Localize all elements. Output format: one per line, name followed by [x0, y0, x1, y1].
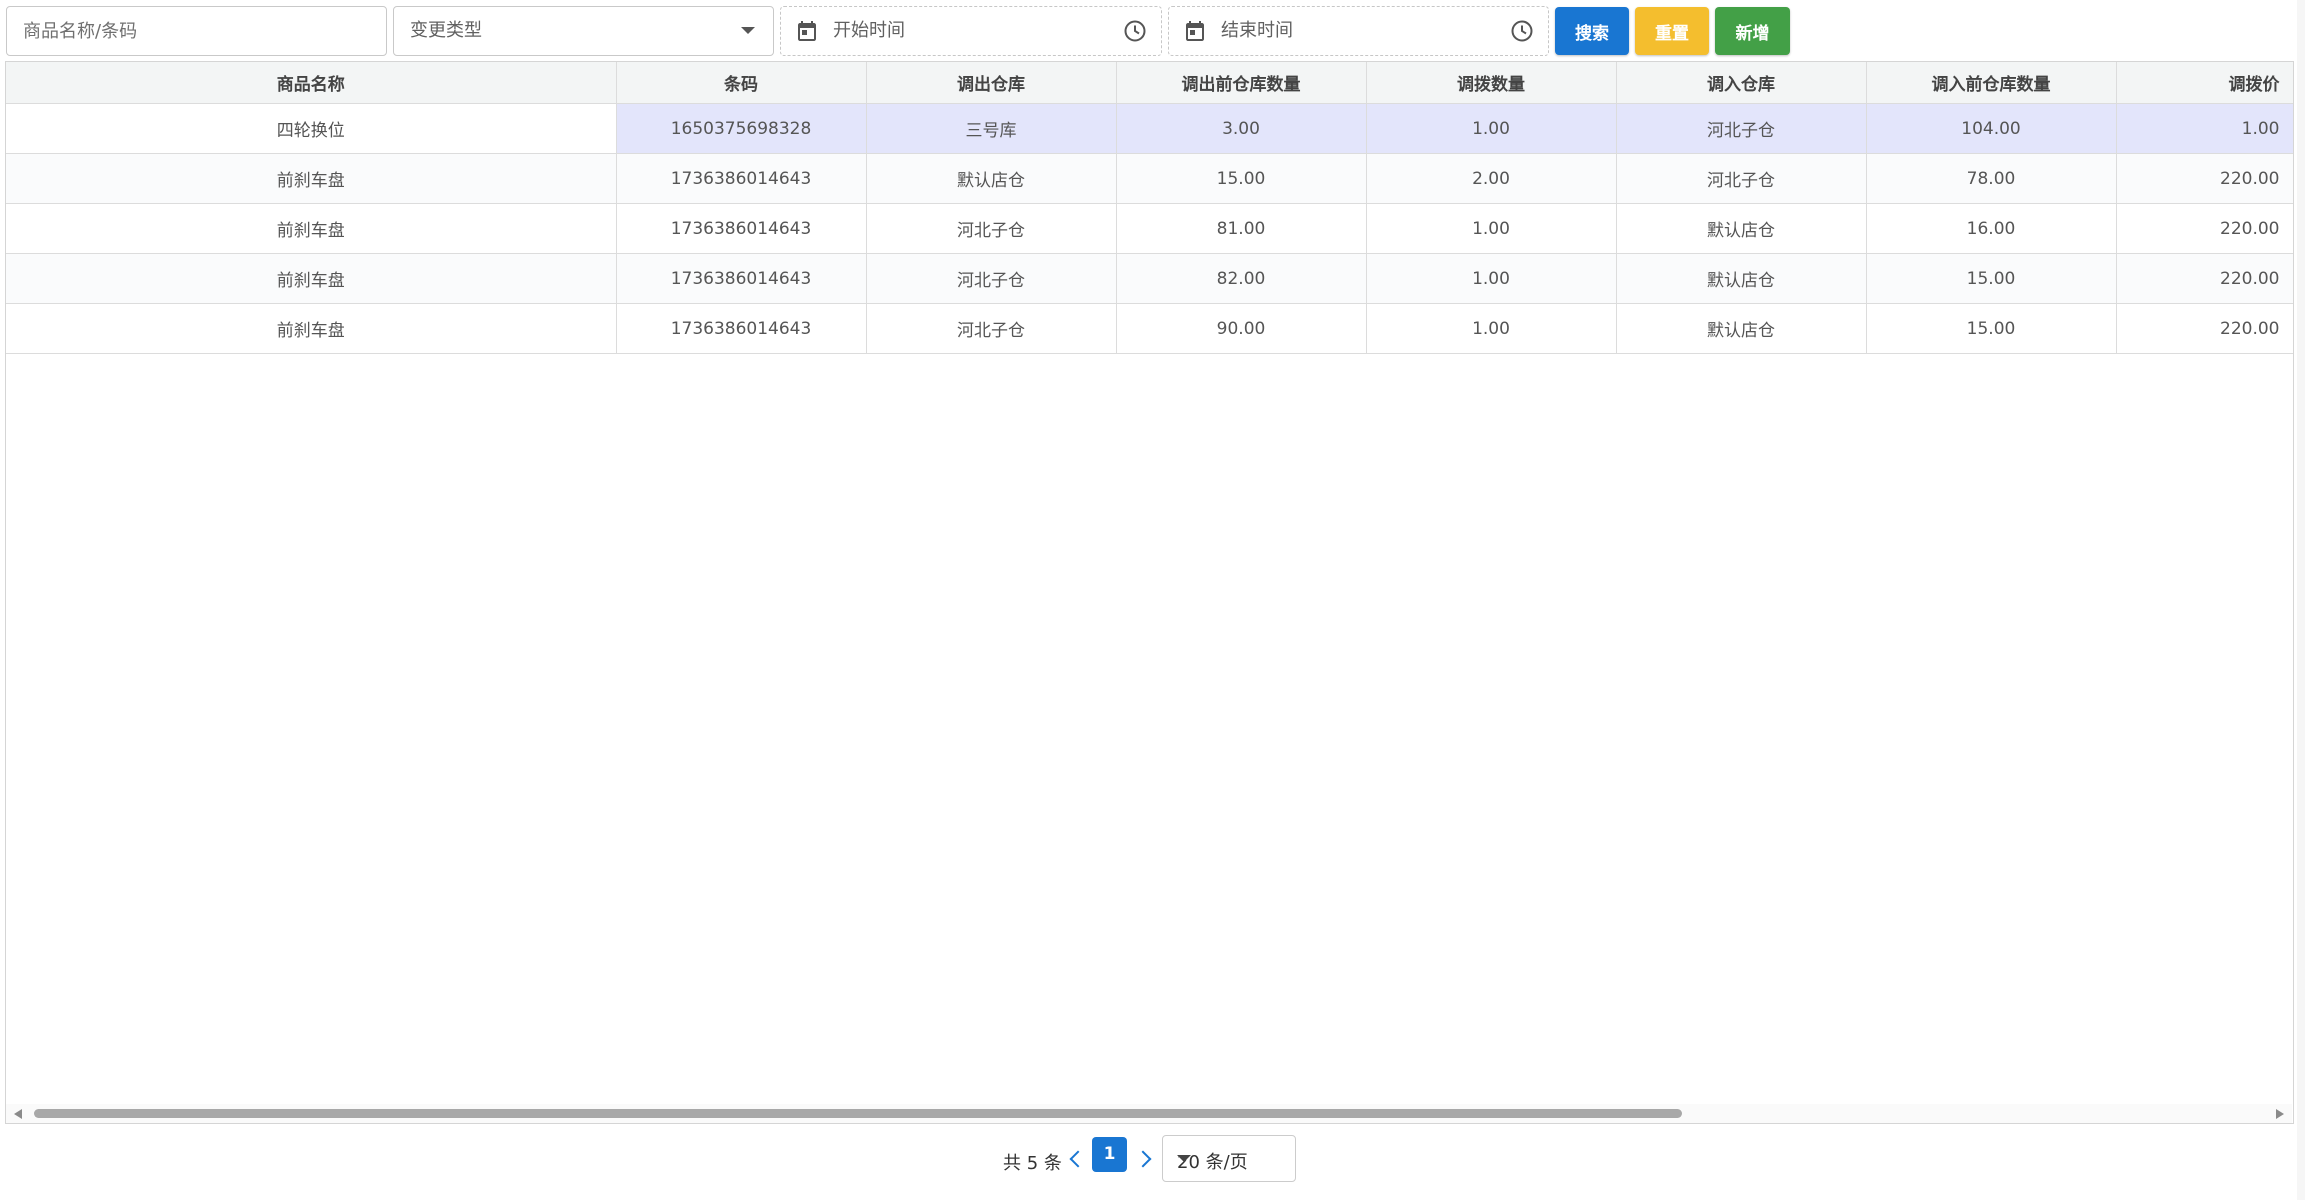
cell-barcode: 1736386014643 — [616, 303, 867, 354]
end-time-placeholder: 结束时间 — [1221, 20, 1293, 41]
cell-source-warehouse: 默认店仓 — [866, 153, 1117, 204]
add-button[interactable]: 新增 — [1715, 7, 1790, 55]
transfer-table-grid: 商品名称 条码 调出仓库 调出前仓库数量 调拨数量 调入仓库 调入前仓库数量 调… — [6, 62, 2293, 354]
end-time-picker[interactable]: 结束时间 — [1168, 6, 1549, 56]
cell-transfer-price: 220.00 — [2116, 153, 2293, 204]
product-search-field[interactable] — [6, 6, 387, 56]
cell-transfer-qty: 1.00 — [1366, 203, 1617, 254]
cell-target-warehouse: 默认店仓 — [1616, 303, 1867, 354]
page-size-select[interactable]: 20 条/页 — [1162, 1135, 1296, 1182]
cell-source-warehouse: 河北子仓 — [866, 303, 1117, 354]
table-row[interactable]: 前刹车盘 1736386014643 河北子仓 90.00 1.00 默认店仓 … — [6, 303, 2293, 354]
cell-product-name: 四轮换位 — [6, 103, 617, 154]
cell-barcode: 1736386014643 — [616, 153, 867, 204]
pagination: 共 5 条 1 20 条/页 — [1000, 1135, 1340, 1187]
cell-target-warehouse: 河北子仓 — [1616, 103, 1867, 154]
cell-source-qty-before: 82.00 — [1116, 253, 1367, 304]
chevron-down-icon — [741, 27, 755, 34]
cell-transfer-price: 220.00 — [2116, 203, 2293, 254]
cell-barcode: 1736386014643 — [616, 203, 867, 254]
reset-button[interactable]: 重置 — [1635, 7, 1709, 55]
chevron-left-icon[interactable] — [1069, 1150, 1087, 1168]
transfer-table: 商品名称 条码 调出仓库 调出前仓库数量 调拨数量 调入仓库 调入前仓库数量 调… — [5, 61, 2294, 1124]
cell-transfer-qty: 1.00 — [1366, 103, 1617, 154]
scroll-right-arrow-icon[interactable] — [2276, 1109, 2284, 1119]
table-row[interactable]: 前刹车盘 1736386014643 河北子仓 82.00 1.00 默认店仓 … — [6, 253, 2293, 304]
scroll-left-arrow-icon[interactable] — [14, 1109, 22, 1119]
cell-source-qty-before: 90.00 — [1116, 303, 1367, 354]
column-header-target-qty-before[interactable]: 调入前仓库数量 — [1866, 62, 2117, 104]
cell-transfer-price: 1.00 — [2116, 103, 2293, 154]
chevron-down-icon — [1177, 1155, 1191, 1162]
search-button[interactable]: 搜索 — [1555, 7, 1629, 55]
column-header-target-warehouse[interactable]: 调入仓库 — [1616, 62, 1867, 104]
cell-source-warehouse: 三号库 — [866, 103, 1117, 154]
product-search-input[interactable] — [7, 7, 386, 55]
clock-icon — [1124, 20, 1146, 42]
cell-target-qty-before: 15.00 — [1866, 253, 2117, 304]
cell-source-qty-before: 81.00 — [1116, 203, 1367, 254]
change-type-select[interactable]: 变更类型 — [393, 6, 774, 56]
page-button-current[interactable]: 1 — [1092, 1137, 1127, 1172]
cell-transfer-qty: 1.00 — [1366, 303, 1617, 354]
cell-target-qty-before: 15.00 — [1866, 303, 2117, 354]
cell-product-name: 前刹车盘 — [6, 153, 617, 204]
total-count: 共 5 条 — [1003, 1153, 1062, 1174]
table-header-row: 商品名称 条码 调出仓库 调出前仓库数量 调拨数量 调入仓库 调入前仓库数量 调… — [6, 62, 2293, 104]
calendar-icon — [1186, 21, 1204, 41]
cell-barcode: 1736386014643 — [616, 253, 867, 304]
cell-transfer-price: 220.00 — [2116, 253, 2293, 304]
cell-product-name: 前刹车盘 — [6, 303, 617, 354]
column-header-source-qty-before[interactable]: 调出前仓库数量 — [1116, 62, 1367, 104]
cell-target-warehouse: 河北子仓 — [1616, 153, 1867, 204]
clock-icon — [1511, 20, 1533, 42]
column-header-transfer-price[interactable]: 调拨价 — [2116, 62, 2293, 104]
start-time-picker[interactable]: 开始时间 — [780, 6, 1162, 56]
cell-product-name: 前刹车盘 — [6, 203, 617, 254]
window-edge — [2297, 0, 2305, 1200]
column-header-source-warehouse[interactable]: 调出仓库 — [866, 62, 1117, 104]
cell-barcode: 1650375698328 — [616, 103, 867, 154]
calendar-icon — [798, 21, 816, 41]
cell-target-qty-before: 16.00 — [1866, 203, 2117, 254]
cell-source-warehouse: 河北子仓 — [866, 203, 1117, 254]
cell-transfer-qty: 1.00 — [1366, 253, 1617, 304]
column-header-transfer-qty[interactable]: 调拨数量 — [1366, 62, 1617, 104]
cell-source-qty-before: 15.00 — [1116, 153, 1367, 204]
filter-toolbar: 变更类型 开始时间 结束时间 搜索 重置 新增 — [6, 6, 2296, 58]
cell-transfer-qty: 2.00 — [1366, 153, 1617, 204]
chevron-right-icon[interactable] — [1134, 1150, 1152, 1168]
start-time-placeholder: 开始时间 — [833, 20, 905, 41]
column-header-barcode[interactable]: 条码 — [616, 62, 867, 104]
column-header-product-name[interactable]: 商品名称 — [6, 62, 617, 104]
cell-target-qty-before: 104.00 — [1866, 103, 2117, 154]
change-type-placeholder: 变更类型 — [410, 20, 482, 41]
scrollbar-thumb[interactable] — [34, 1109, 1682, 1118]
cell-target-warehouse: 默认店仓 — [1616, 203, 1867, 254]
table-row[interactable]: 四轮换位 1650375698328 三号库 3.00 1.00 河北子仓 10… — [6, 103, 2293, 154]
table-row[interactable]: 前刹车盘 1736386014643 默认店仓 15.00 2.00 河北子仓 … — [6, 153, 2293, 204]
cell-target-qty-before: 78.00 — [1866, 153, 2117, 204]
cell-product-name: 前刹车盘 — [6, 253, 617, 304]
cell-transfer-price: 220.00 — [2116, 303, 2293, 354]
horizontal-scrollbar[interactable] — [6, 1104, 2292, 1123]
cell-source-warehouse: 河北子仓 — [866, 253, 1117, 304]
table-row[interactable]: 前刹车盘 1736386014643 河北子仓 81.00 1.00 默认店仓 … — [6, 203, 2293, 254]
cell-target-warehouse: 默认店仓 — [1616, 253, 1867, 304]
cell-source-qty-before: 3.00 — [1116, 103, 1367, 154]
